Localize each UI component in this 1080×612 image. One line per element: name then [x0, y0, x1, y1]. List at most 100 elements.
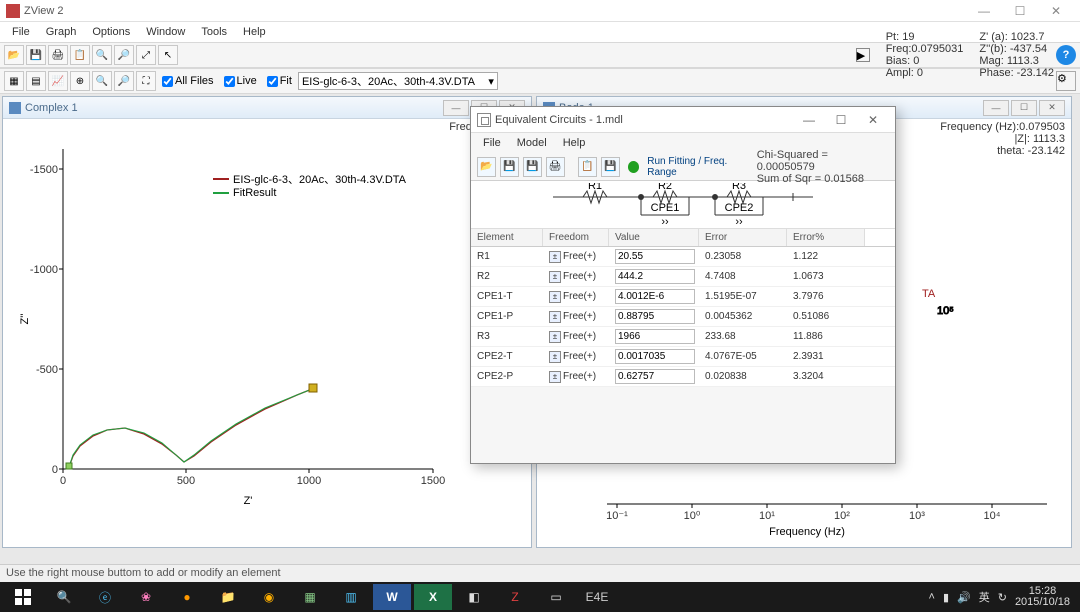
- header-value[interactable]: Value: [609, 229, 699, 246]
- freedom-toggle-icon[interactable]: ±: [549, 331, 561, 343]
- sync-icon[interactable]: ↻: [998, 591, 1007, 604]
- menu-options[interactable]: Options: [84, 24, 138, 40]
- dialog-close-icon[interactable]: ✕: [857, 109, 889, 131]
- grid-icon[interactable]: ▤: [26, 71, 46, 91]
- panel-close-icon[interactable]: ✕: [1039, 100, 1065, 116]
- table-row[interactable]: CPE1-P±Free(+)0.00453620.51086: [471, 307, 895, 327]
- xy-icon[interactable]: ⊕: [70, 71, 90, 91]
- save-icon[interactable]: 💾: [500, 157, 519, 177]
- nyquist-chart[interactable]: -1500 -1000 -500 0 0 500: [3, 119, 531, 519]
- firefox-icon[interactable]: ●: [168, 584, 206, 610]
- saveas-icon[interactable]: 💾: [523, 157, 542, 177]
- freedom-toggle-icon[interactable]: ±: [549, 291, 561, 303]
- panel-min-icon[interactable]: —: [443, 100, 469, 116]
- freedom-toggle-icon[interactable]: ±: [549, 311, 561, 323]
- zoom-in-icon[interactable]: 🔍: [92, 45, 112, 65]
- value-input[interactable]: [615, 289, 695, 304]
- ime-indicator[interactable]: 英: [979, 589, 990, 605]
- freedom-toggle-icon[interactable]: ±: [549, 351, 561, 363]
- table-icon[interactable]: ▦: [4, 71, 24, 91]
- app4-icon[interactable]: ◧: [455, 584, 493, 610]
- clock[interactable]: 15:28 2015/10/18: [1015, 586, 1076, 608]
- allfiles-check[interactable]: All Files: [162, 75, 214, 87]
- dialog-menu-help[interactable]: Help: [555, 135, 594, 151]
- fit-check[interactable]: Fit: [267, 75, 292, 87]
- print-icon[interactable]: 🖨: [48, 45, 68, 65]
- search-icon[interactable]: 🔍: [45, 584, 83, 610]
- play-icon[interactable]: ▶: [856, 48, 870, 62]
- battery-icon[interactable]: ▮: [943, 591, 949, 604]
- svg-text:500: 500: [177, 475, 195, 487]
- menu-graph[interactable]: Graph: [38, 24, 85, 40]
- copy-icon[interactable]: 📋: [578, 157, 597, 177]
- table-row[interactable]: CPE2-P±Free(+)0.0208383.3204: [471, 367, 895, 387]
- table-row[interactable]: CPE2-T±Free(+)4.0767E-052.3931: [471, 347, 895, 367]
- dialog-max-icon[interactable]: ☐: [825, 109, 857, 131]
- value-input[interactable]: [615, 329, 695, 344]
- dialog-min-icon[interactable]: —: [793, 109, 825, 131]
- freedom-toggle-icon[interactable]: ±: [549, 271, 561, 283]
- system-tray[interactable]: ˄ ▮ 🔊 英 ↻ 15:28 2015/10/18: [929, 586, 1076, 608]
- value-input[interactable]: [615, 249, 695, 264]
- ie-icon[interactable]: ⓔ: [86, 584, 124, 610]
- zview-taskbar-icon[interactable]: Z: [496, 584, 534, 610]
- e4e-icon[interactable]: E4E: [578, 584, 616, 610]
- value-input[interactable]: [615, 369, 695, 384]
- volume-icon[interactable]: 🔊: [957, 591, 971, 604]
- table-row[interactable]: R1±Free(+)0.230581.122: [471, 247, 895, 267]
- close-button[interactable]: ✕: [1038, 1, 1074, 21]
- copy-icon[interactable]: 📋: [70, 45, 90, 65]
- fit-icon[interactable]: ⛶: [136, 71, 156, 91]
- start-button[interactable]: [4, 584, 42, 610]
- zoom-out-icon[interactable]: 🔎: [114, 45, 134, 65]
- app5-icon[interactable]: ▭: [537, 584, 575, 610]
- app3-icon[interactable]: ▥: [332, 584, 370, 610]
- table-row[interactable]: CPE1-T±Free(+)1.5195E-073.7976: [471, 287, 895, 307]
- svg-text:10⁻¹: 10⁻¹: [606, 510, 628, 522]
- header-freedom[interactable]: Freedom: [543, 229, 609, 246]
- print-icon[interactable]: 🖨: [546, 157, 565, 177]
- dialog-menu-model[interactable]: Model: [509, 135, 555, 151]
- live-check[interactable]: Live: [224, 75, 257, 87]
- chart-icon[interactable]: 📈: [48, 71, 68, 91]
- open-icon[interactable]: 📂: [477, 157, 496, 177]
- zoom2-icon[interactable]: 🔎: [114, 71, 134, 91]
- menu-help[interactable]: Help: [235, 24, 274, 40]
- freedom-toggle-icon[interactable]: ±: [549, 251, 561, 263]
- zoom-icon[interactable]: 🔍: [92, 71, 112, 91]
- table-row[interactable]: R3±Free(+)233.6811.886: [471, 327, 895, 347]
- header-errorp[interactable]: Error%: [787, 229, 865, 246]
- panel-max-icon[interactable]: ☐: [1011, 100, 1037, 116]
- menu-tools[interactable]: Tools: [193, 24, 235, 40]
- run-fitting-button[interactable]: Run Fitting / Freq. Range: [647, 156, 752, 178]
- cursor-icon[interactable]: ↖: [158, 45, 178, 65]
- zoom-reset-icon[interactable]: ⤢: [136, 45, 156, 65]
- maximize-button[interactable]: ☐: [1002, 1, 1038, 21]
- save-icon[interactable]: 💾: [26, 45, 46, 65]
- menu-file[interactable]: File: [4, 24, 38, 40]
- table-row[interactable]: R2±Free(+)4.74081.0673: [471, 267, 895, 287]
- help-icon[interactable]: ?: [1056, 45, 1076, 65]
- header-element[interactable]: Element: [471, 229, 543, 246]
- header-error[interactable]: Error: [699, 229, 787, 246]
- file-selector[interactable]: EIS-glc-6-3、20Ac、30th-4.3V.DTA▾: [298, 72, 498, 90]
- disk-icon[interactable]: 💾: [601, 157, 620, 177]
- app2-icon[interactable]: ◉: [250, 584, 288, 610]
- settings-icon[interactable]: ⚙: [1056, 71, 1076, 91]
- excel-icon[interactable]: X: [414, 584, 452, 610]
- app1-icon[interactable]: ❀: [127, 584, 165, 610]
- word-icon[interactable]: W: [373, 584, 411, 610]
- panel-min-icon[interactable]: —: [983, 100, 1009, 116]
- freedom-toggle-icon[interactable]: ±: [549, 371, 561, 383]
- value-input[interactable]: [615, 309, 695, 324]
- menu-window[interactable]: Window: [138, 24, 193, 40]
- open-icon[interactable]: 📂: [4, 45, 24, 65]
- circuit-diagram[interactable]: R1 R2 CPE1 ›› R3: [471, 181, 895, 229]
- explorer-icon[interactable]: 📁: [209, 584, 247, 610]
- calc-icon[interactable]: ▦: [291, 584, 329, 610]
- tray-up-icon[interactable]: ˄: [929, 591, 935, 603]
- minimize-button[interactable]: —: [966, 1, 1002, 21]
- value-input[interactable]: [615, 349, 695, 364]
- dialog-menu-file[interactable]: File: [475, 135, 509, 151]
- value-input[interactable]: [615, 269, 695, 284]
